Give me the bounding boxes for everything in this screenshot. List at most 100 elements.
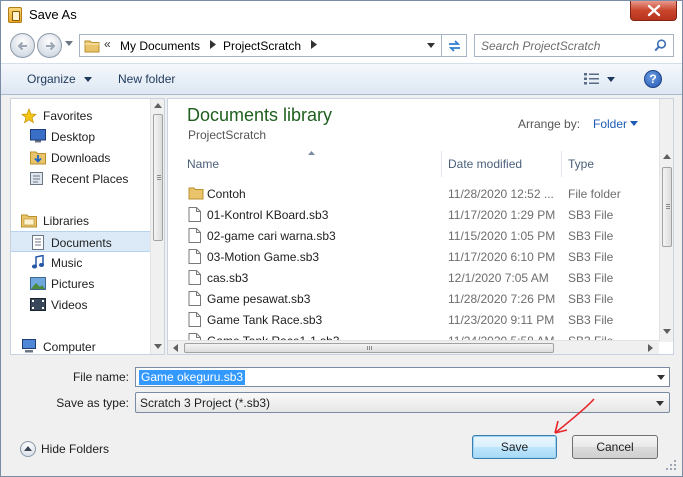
hide-folders-label: Hide Folders bbox=[41, 442, 110, 456]
chevron-down-icon bbox=[84, 77, 93, 83]
nav-item-label: Recent Places bbox=[51, 172, 129, 186]
computer-icon bbox=[22, 339, 36, 353]
forward-button[interactable] bbox=[37, 33, 62, 58]
file-date: 11/23/2020 9:11 PM bbox=[448, 313, 555, 327]
column-header-type[interactable]: Type bbox=[562, 151, 662, 177]
file-row[interactable]: cas.sb3 12/1/2020 7:05 AM SB3 File bbox=[182, 267, 660, 288]
file-row[interactable]: Game Tank Race.sb3 11/23/2020 9:11 PM SB… bbox=[182, 309, 660, 330]
nav-item-pictures[interactable]: Pictures bbox=[11, 273, 151, 294]
scroll-up-icon[interactable] bbox=[154, 103, 162, 108]
nav-item-recent-places[interactable]: Recent Places bbox=[11, 168, 151, 189]
help-icon[interactable]: ? bbox=[644, 70, 662, 88]
address-row: « My Documents ProjectScratch bbox=[1, 29, 682, 63]
recent-places-icon bbox=[30, 172, 43, 185]
save-as-type-label: Save as type: bbox=[56, 396, 129, 410]
resize-grip-icon[interactable] bbox=[665, 459, 677, 471]
file-name-input[interactable]: Game okeguru.sb3 bbox=[135, 367, 670, 387]
cancel-button[interactable]: Cancel bbox=[572, 435, 658, 459]
nav-item-videos[interactable]: Videos bbox=[11, 294, 151, 315]
scroll-down-icon[interactable] bbox=[154, 344, 162, 349]
view-options-icon[interactable] bbox=[584, 73, 599, 85]
refresh-icon bbox=[448, 40, 461, 52]
breadcrumb-my-documents[interactable]: My Documents bbox=[120, 39, 200, 53]
address-overflow-chevron[interactable]: « bbox=[104, 37, 111, 51]
chevron-down-icon[interactable] bbox=[607, 77, 615, 82]
file-icon bbox=[188, 207, 201, 222]
nav-pane-scrollbar[interactable] bbox=[150, 99, 164, 354]
column-header-name[interactable]: Name bbox=[181, 151, 442, 177]
folder-icon bbox=[84, 40, 100, 53]
search-input[interactable] bbox=[475, 35, 653, 56]
arrange-by-dropdown[interactable]: Folder bbox=[593, 117, 627, 131]
chevron-right-icon[interactable] bbox=[311, 40, 317, 49]
navigation-pane[interactable]: Favorites Desktop Downloads Recent Place… bbox=[10, 98, 165, 355]
nav-item-libraries[interactable]: Libraries bbox=[11, 210, 151, 231]
file-type: SB3 File bbox=[568, 313, 614, 327]
refresh-button[interactable] bbox=[442, 34, 467, 57]
file-date: 12/1/2020 7:05 AM bbox=[448, 271, 549, 285]
file-row[interactable]: 02-game cari warna.sb3 11/15/2020 1:05 P… bbox=[182, 225, 660, 246]
scroll-right-icon[interactable] bbox=[648, 344, 653, 352]
breadcrumb-projectscratch[interactable]: ProjectScratch bbox=[223, 39, 301, 53]
organize-button[interactable]: Organize bbox=[27, 72, 93, 86]
file-list-pane[interactable]: Documents library ProjectScratch Arrange… bbox=[167, 98, 674, 355]
downloads-icon bbox=[30, 151, 46, 165]
window-title: Save As bbox=[29, 7, 77, 22]
file-icon bbox=[188, 270, 201, 285]
file-icon bbox=[188, 249, 201, 264]
file-type: SB3 File bbox=[568, 271, 614, 285]
file-name: 02-game cari warna.sb3 bbox=[207, 229, 336, 243]
file-name-value[interactable]: Game okeguru.sb3 bbox=[139, 370, 246, 385]
scroll-left-icon[interactable] bbox=[173, 344, 178, 352]
nav-item-music[interactable]: Music bbox=[11, 252, 151, 273]
file-date: 11/17/2020 1:29 PM bbox=[448, 208, 556, 222]
scrollbar-thumb[interactable] bbox=[662, 167, 672, 247]
organize-label: Organize bbox=[27, 72, 76, 86]
address-bar[interactable]: « My Documents ProjectScratch bbox=[79, 34, 442, 57]
file-list-horizontal-scrollbar[interactable] bbox=[168, 340, 659, 354]
nav-item-favorites[interactable]: Favorites bbox=[11, 105, 151, 126]
title-bar[interactable]: Save As bbox=[1, 1, 682, 29]
scroll-up-icon[interactable] bbox=[663, 154, 671, 159]
file-row[interactable]: 01-Kontrol KBoard.sb3 11/17/2020 1:29 PM… bbox=[182, 204, 660, 225]
file-row[interactable]: Game pesawat.sb3 11/28/2020 7:26 PM SB3 … bbox=[182, 288, 660, 309]
search-box[interactable] bbox=[474, 34, 674, 57]
nav-item-label: Computer bbox=[43, 340, 96, 354]
chevron-down-icon[interactable] bbox=[630, 121, 638, 126]
documents-icon bbox=[32, 235, 44, 250]
scrollbar-thumb[interactable] bbox=[153, 114, 163, 241]
save-button[interactable]: Save bbox=[472, 435, 557, 459]
close-button[interactable] bbox=[630, 1, 677, 21]
nav-item-desktop[interactable]: Desktop bbox=[11, 126, 151, 147]
nav-item-downloads[interactable]: Downloads bbox=[11, 147, 151, 168]
file-row[interactable]: 03-Motion Game.sb3 11/17/2020 6:10 PM SB… bbox=[182, 246, 660, 267]
chevron-right-icon[interactable] bbox=[210, 40, 216, 49]
nav-item-computer[interactable]: Computer bbox=[11, 336, 151, 357]
desktop-icon bbox=[30, 129, 46, 143]
file-row[interactable]: Contoh 11/28/2020 12:52 ... File folder bbox=[182, 183, 660, 204]
file-name: Game Tank Race.sb3 bbox=[207, 313, 323, 327]
file-name: 03-Motion Game.sb3 bbox=[207, 250, 320, 264]
nav-item-documents[interactable]: Documents bbox=[11, 231, 151, 252]
arrange-by-label: Arrange by: bbox=[518, 117, 581, 131]
back-button[interactable] bbox=[10, 33, 35, 58]
app-icon bbox=[8, 7, 22, 23]
scroll-down-icon[interactable] bbox=[663, 329, 671, 334]
file-name: 01-Kontrol KBoard.sb3 bbox=[207, 208, 329, 222]
recent-locations-dropdown-icon[interactable] bbox=[65, 41, 73, 46]
scrollbar-thumb[interactable] bbox=[184, 343, 554, 353]
file-list-vertical-scrollbar[interactable] bbox=[659, 99, 673, 342]
save-as-type-select[interactable]: Scratch 3 Project (*.sb3) bbox=[135, 392, 670, 413]
folder-icon bbox=[188, 187, 204, 200]
command-bar: Organize New folder ? bbox=[1, 63, 682, 95]
file-date: 11/15/2020 1:05 PM bbox=[448, 229, 556, 243]
forward-arrow-icon bbox=[46, 41, 56, 51]
chevron-down-icon[interactable] bbox=[427, 43, 435, 48]
column-header-date-modified[interactable]: Date modified bbox=[442, 151, 562, 177]
star-icon bbox=[21, 108, 37, 124]
search-icon[interactable] bbox=[654, 39, 667, 52]
new-folder-button[interactable]: New folder bbox=[118, 72, 175, 86]
chevron-down-icon[interactable] bbox=[657, 375, 665, 380]
library-subtitle: ProjectScratch bbox=[188, 128, 267, 142]
nav-item-label: Desktop bbox=[51, 130, 96, 144]
